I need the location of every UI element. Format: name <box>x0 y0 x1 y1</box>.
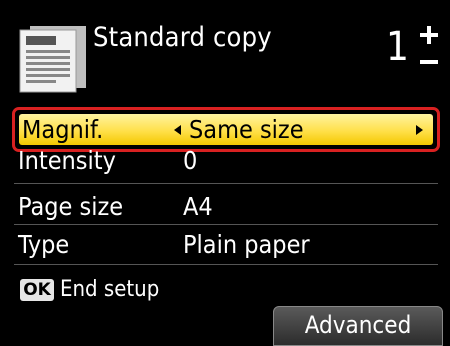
setting-value: 0 <box>183 146 198 175</box>
copies-count: 1 <box>386 24 409 70</box>
setting-row-intensity[interactable]: Intensity 0 <box>12 146 440 180</box>
advanced-button[interactable]: Advanced <box>273 306 443 346</box>
setting-label: Magnif. <box>22 115 104 144</box>
right-arrow-icon[interactable] <box>416 125 423 135</box>
setting-value: Same size <box>189 115 304 144</box>
setting-label: Type <box>18 230 70 259</box>
end-setup-hint: End setup <box>60 277 160 302</box>
setting-label: Intensity <box>18 146 116 175</box>
copy-settings-screen: Standard copy 1 Magnif. Same size Intens… <box>0 0 450 346</box>
screen-title: Standard copy <box>93 22 272 53</box>
divider <box>14 183 438 184</box>
divider <box>14 264 438 265</box>
plus-minus-stepper-icon[interactable] <box>418 24 440 72</box>
divider <box>14 224 438 225</box>
setting-value: Plain paper <box>183 230 310 259</box>
setting-value: A4 <box>183 192 213 221</box>
setting-label: Page size <box>18 192 124 221</box>
setting-row-type[interactable]: Type Plain paper <box>12 228 440 262</box>
left-arrow-icon[interactable] <box>174 125 181 135</box>
selection-highlight: Magnif. Same size <box>19 114 433 145</box>
document-icon <box>18 24 88 94</box>
ok-button-icon: OK <box>20 279 54 301</box>
setting-row-page-size[interactable]: Page size A4 <box>12 190 440 224</box>
